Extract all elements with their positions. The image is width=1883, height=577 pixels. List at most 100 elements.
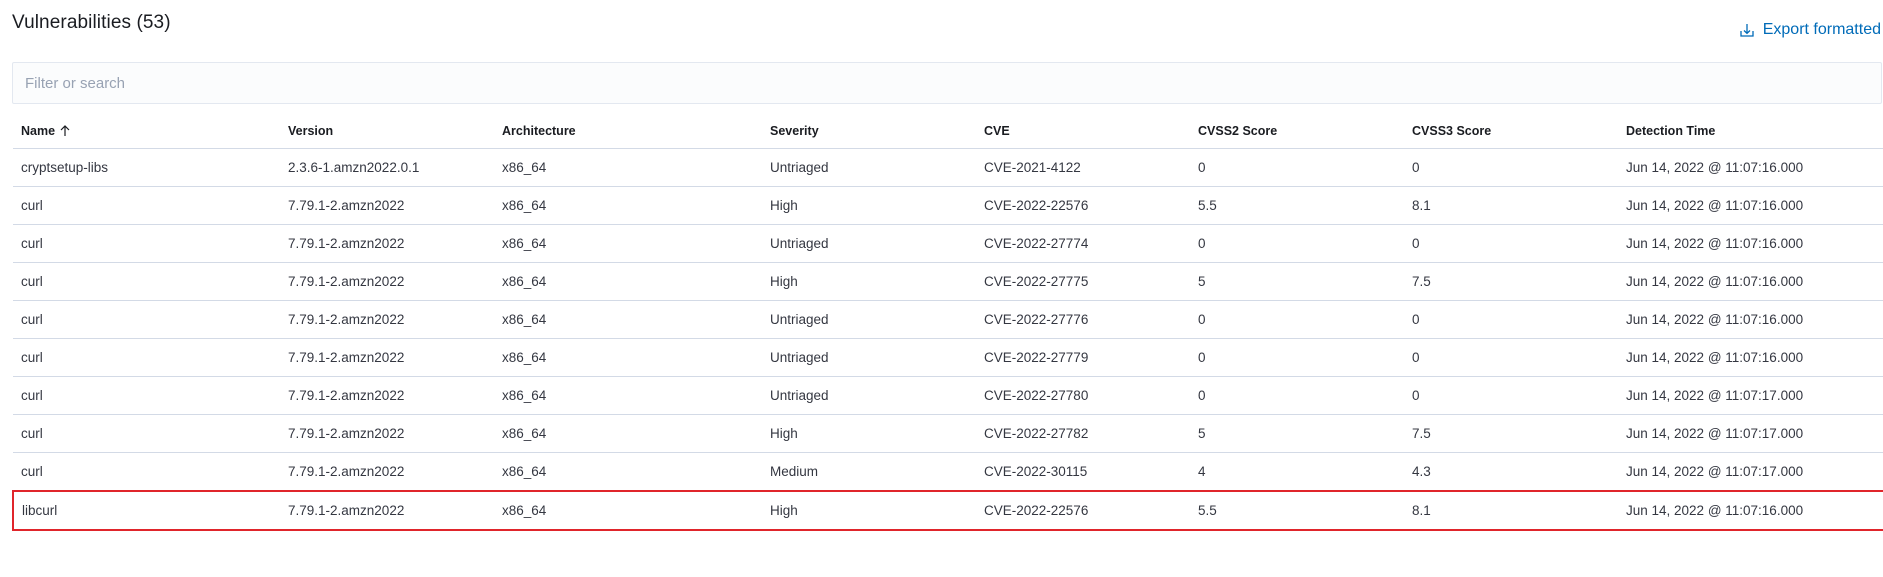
table-cell-version: 7.79.1-2.amzn2022 — [280, 186, 494, 225]
table-cell-detection-time: Jun 14, 2022 @ 11:07:16.000 — [1618, 338, 1883, 377]
column-header-label: CVE — [984, 123, 1010, 138]
table-cell-detection-time: Jun 14, 2022 @ 11:07:16.000 — [1618, 148, 1883, 187]
search-input[interactable] — [12, 62, 1882, 104]
table-cell-cvss2-score: 5 — [1190, 262, 1404, 301]
table-cell-cvss3-score: 7.5 — [1404, 262, 1618, 301]
table-cell-severity: Untriaged — [762, 300, 976, 339]
table-cell-cve: CVE-2021-4122 — [976, 148, 1190, 187]
table-cell-cvss3-score: 0 — [1404, 148, 1618, 187]
table-cell-version: 7.79.1-2.amzn2022 — [280, 262, 494, 301]
column-header-architecture[interactable]: Architecture — [494, 113, 762, 149]
column-header-label: Severity — [770, 123, 819, 138]
column-header-cve[interactable]: CVE — [976, 113, 1190, 149]
table-cell-architecture: x86_64 — [494, 376, 762, 415]
table-cell-cve: CVE-2022-27779 — [976, 338, 1190, 377]
table-cell-severity: Untriaged — [762, 224, 976, 263]
table-cell-cvss2-score: 5 — [1190, 414, 1404, 453]
table-cell-cve: CVE-2022-27775 — [976, 262, 1190, 301]
table-cell-cvss2-score: 5.5 — [1190, 490, 1404, 531]
table-cell-version: 7.79.1-2.amzn2022 — [280, 490, 494, 531]
table-cell-detection-time: Jun 14, 2022 @ 11:07:16.000 — [1618, 224, 1883, 263]
column-header-label: Name — [21, 123, 56, 138]
table-cell-cvss3-score: 0 — [1404, 338, 1618, 377]
table-header-row: Name Version Architecture Severity CVE CVSS2 … — [13, 113, 1883, 149]
table-cell-cve: CVE-2022-27774 — [976, 224, 1190, 263]
table-cell-version: 7.79.1-2.amzn2022 — [280, 224, 494, 263]
table-cell-severity: High — [762, 490, 976, 531]
column-header-label: Version — [288, 123, 334, 138]
arrow-up-icon — [60, 124, 70, 136]
table-cell-name: curl — [13, 376, 280, 415]
table-cell-detection-time: Jun 14, 2022 @ 11:07:16.000 — [1618, 262, 1883, 301]
table-cell-name: curl — [13, 338, 280, 377]
table-row[interactable]: curl 7.79.1-2.amzn2022 x86_64 High CVE-2022-… — [13, 186, 1883, 225]
table-cell-cvss2-score: 0 — [1190, 300, 1404, 339]
column-header-severity[interactable]: Severity — [762, 113, 976, 149]
table-row[interactable]: curl 7.79.1-2.amzn2022 x86_64 Medium CVE-202… — [13, 452, 1883, 492]
table-cell-cve: CVE-2022-27780 — [976, 376, 1190, 415]
table-cell-name: curl — [13, 300, 280, 339]
table-cell-cvss3-score: 0 — [1404, 224, 1618, 263]
table-cell-severity: High — [762, 262, 976, 301]
table-row[interactable]: curl 7.79.1-2.amzn2022 x86_64 Untriaged CVE-… — [13, 376, 1883, 415]
table-cell-name: curl — [13, 452, 280, 492]
table-row[interactable]: libcurl 7.79.1-2.amzn2022 x86_64 High CVE-20… — [12, 490, 1883, 531]
table-cell-name: curl — [13, 414, 280, 453]
table-cell-architecture: x86_64 — [494, 300, 762, 339]
table-body: cryptsetup-libs 2.3.6-1.amzn2022.0.1 x86_6… — [12, 148, 1883, 531]
table-row[interactable]: curl 7.79.1-2.amzn2022 x86_64 High CVE-2022-… — [13, 414, 1883, 453]
table-cell-cve: CVE-2022-30115 — [976, 452, 1190, 492]
table-cell-architecture: x86_64 — [494, 262, 762, 301]
table-cell-architecture: x86_64 — [494, 452, 762, 492]
column-header-label: CVSS3 Score — [1412, 123, 1492, 138]
table-cell-architecture: x86_64 — [494, 186, 762, 225]
table-cell-cve: CVE-2022-22576 — [976, 490, 1190, 531]
table-row[interactable]: curl 7.79.1-2.amzn2022 x86_64 High CVE-2022-… — [13, 262, 1883, 301]
table-cell-cvss3-score: 0 — [1404, 300, 1618, 339]
column-header-label: Architecture — [502, 123, 576, 138]
column-header-label: Detection Time — [1626, 123, 1716, 138]
table-cell-version: 7.79.1-2.amzn2022 — [280, 414, 494, 453]
table-cell-name: curl — [13, 262, 280, 301]
vulnerabilities-panel: Vulnerabilities (53) Export formatted Na… — [0, 0, 1883, 577]
column-header-detection-time[interactable]: Detection Time — [1618, 113, 1883, 149]
table-cell-detection-time: Jun 14, 2022 @ 11:07:16.000 — [1618, 490, 1883, 531]
table-cell-version: 7.79.1-2.amzn2022 — [280, 376, 494, 415]
table-cell-cvss3-score: 0 — [1404, 376, 1618, 415]
table-cell-detection-time: Jun 14, 2022 @ 11:07:17.000 — [1618, 414, 1883, 453]
table-cell-version: 7.79.1-2.amzn2022 — [280, 300, 494, 339]
table-cell-cvss3-score: 8.1 — [1404, 490, 1618, 531]
column-header-label: CVSS2 Score — [1198, 123, 1278, 138]
export-formatted-label: Export formatted — [1762, 21, 1881, 38]
export-formatted-button[interactable]: Export formatted — [1715, 16, 1883, 44]
table-cell-detection-time: Jun 14, 2022 @ 11:07:17.000 — [1618, 452, 1883, 492]
table-row[interactable]: curl 7.79.1-2.amzn2022 x86_64 Untriaged CVE-… — [13, 300, 1883, 339]
table-cell-architecture: x86_64 — [494, 224, 762, 263]
table-row[interactable]: curl 7.79.1-2.amzn2022 x86_64 Untriaged CVE-… — [13, 338, 1883, 377]
table-cell-version: 7.79.1-2.amzn2022 — [280, 452, 494, 492]
table-cell-architecture: x86_64 — [494, 490, 762, 531]
table-cell-severity: Medium — [762, 452, 976, 492]
table-cell-name: cryptsetup-libs — [13, 148, 280, 187]
table-cell-cvss3-score: 8.1 — [1404, 186, 1618, 225]
table-cell-severity: High — [762, 186, 976, 225]
column-header-version[interactable]: Version — [280, 113, 494, 149]
vulnerabilities-table: Name Version Architecture Severity CVE CVSS2 … — [12, 113, 1883, 531]
column-header-cvss2-score[interactable]: CVSS2 Score — [1190, 113, 1404, 149]
table-cell-severity: High — [762, 414, 976, 453]
table-cell-cvss3-score: 7.5 — [1404, 414, 1618, 453]
table-cell-name: curl — [13, 224, 280, 263]
table-cell-name: libcurl — [12, 490, 280, 531]
page-title: Vulnerabilities (53) — [12, 12, 171, 33]
table-cell-cvss3-score: 4.3 — [1404, 452, 1618, 492]
table-cell-version: 2.3.6-1.amzn2022.0.1 — [280, 148, 494, 187]
table-row[interactable]: curl 7.79.1-2.amzn2022 x86_64 Untriaged CVE-… — [13, 224, 1883, 263]
download-icon — [1740, 24, 1754, 37]
table-row[interactable]: cryptsetup-libs 2.3.6-1.amzn2022.0.1 x86_6… — [13, 148, 1883, 187]
table-cell-cve: CVE-2022-27782 — [976, 414, 1190, 453]
column-header-cvss3-score[interactable]: CVSS3 Score — [1404, 113, 1618, 149]
table-cell-name: curl — [13, 186, 280, 225]
table-cell-version: 7.79.1-2.amzn2022 — [280, 338, 494, 377]
column-header-name[interactable]: Name — [13, 113, 280, 149]
table-cell-architecture: x86_64 — [494, 338, 762, 377]
